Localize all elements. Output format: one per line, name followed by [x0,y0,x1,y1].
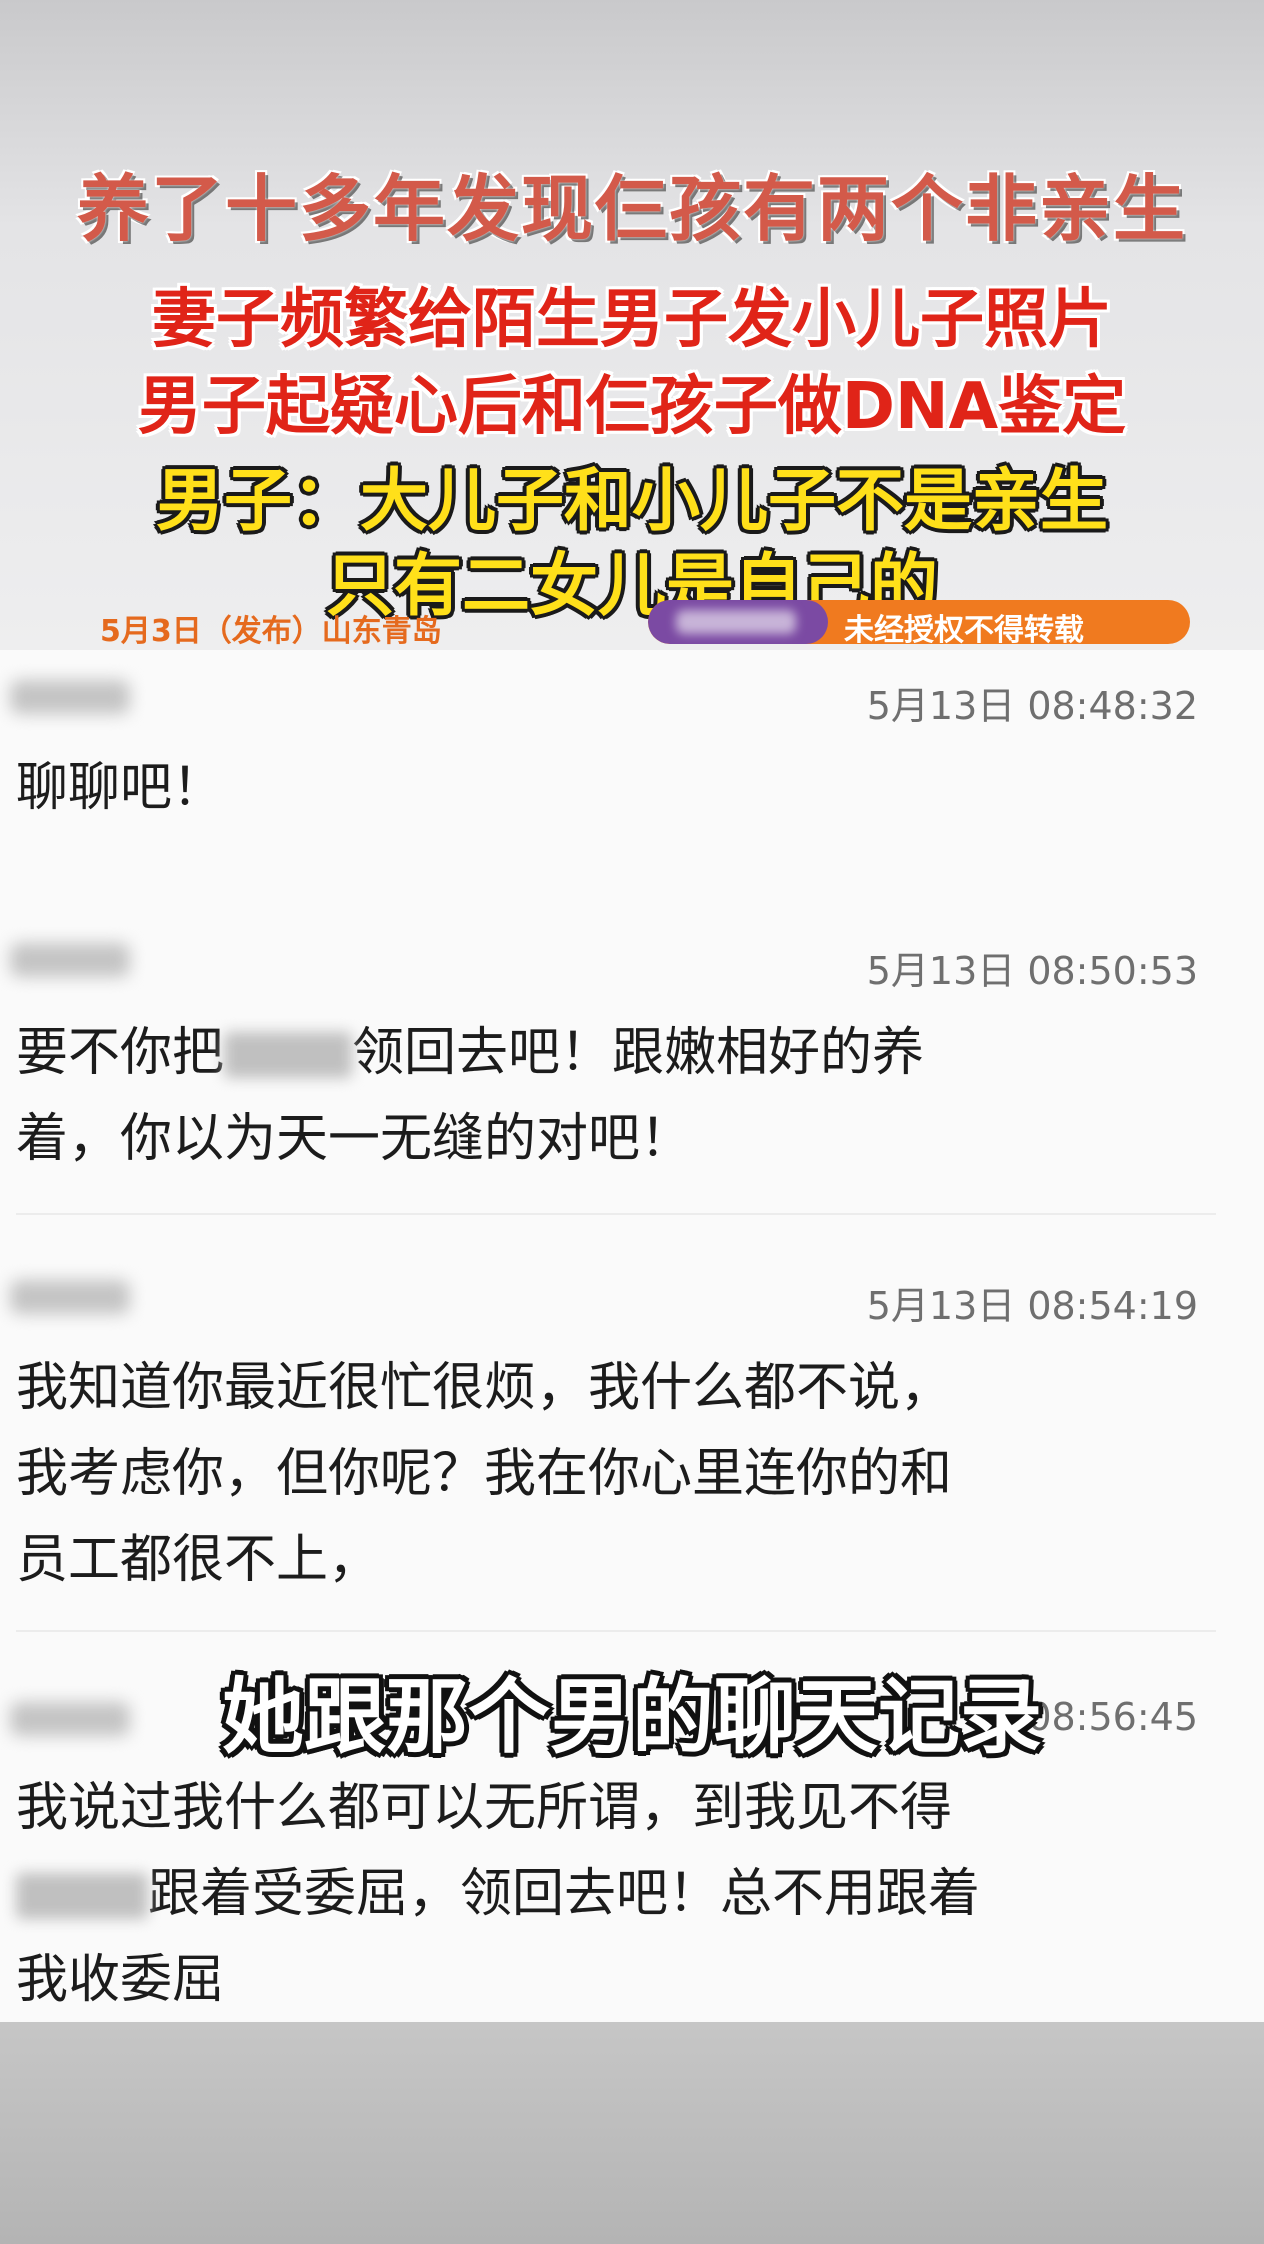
source-badge: 未经授权不得转载 [648,600,1190,644]
headline-title: 养了十多年发现仨孩有两个非亲生 [76,167,1187,251]
message-divider [16,1213,1216,1215]
video-bottom-background [0,2022,1264,2244]
message-text: 要不你把 领回去吧！跟嫩相好的养 着，你以为天一无缝的对吧！ [16,1023,925,1169]
message-timestamp: 5月13日 08:48:32 [866,684,1198,728]
chat-record-screenshot: 5月13日 08:48:32 聊聊吧！ 5月13日 08:50:53 要不你把领… [0,650,1264,2022]
copyright-notice: 未经授权不得转载 [844,613,1084,644]
message-divider [16,1630,1216,1632]
headline-red-line-1: 妻子频繁给陌生男子发小儿子照片 [152,283,1112,357]
message-text: 聊聊吧！ [16,758,225,818]
sender-name-blurred [10,1280,130,1314]
sender-name-blurred [10,680,130,714]
source-logo-blurred [648,600,828,644]
redacted-name [224,1032,353,1078]
redacted-name [16,1873,148,1919]
sender-name-blurred [10,943,130,977]
message-text: 我说过我什么都可以无所谓，到我见不得 跟着受委屈，领回去吧！总不用跟着 我收委屈 [16,1778,981,2010]
message-text: 我知道你最近很忙很烦，我什么都不说， 我考虑你，但你呢？我在你心里连你的和 员工… [16,1358,953,1590]
headline-red-line-2: 男子起疑心后和仨孩子做DNA鉴定 [137,370,1127,444]
message-timestamp: 5月13日 08:54:19 [866,1284,1198,1328]
date-location-label: 5月3日（发布）山东青岛 [100,614,442,649]
video-subtitle: 她跟那个男的聊天记录 [221,1670,1042,1765]
message-timestamp: 5月13日 08:50:53 [866,949,1198,993]
